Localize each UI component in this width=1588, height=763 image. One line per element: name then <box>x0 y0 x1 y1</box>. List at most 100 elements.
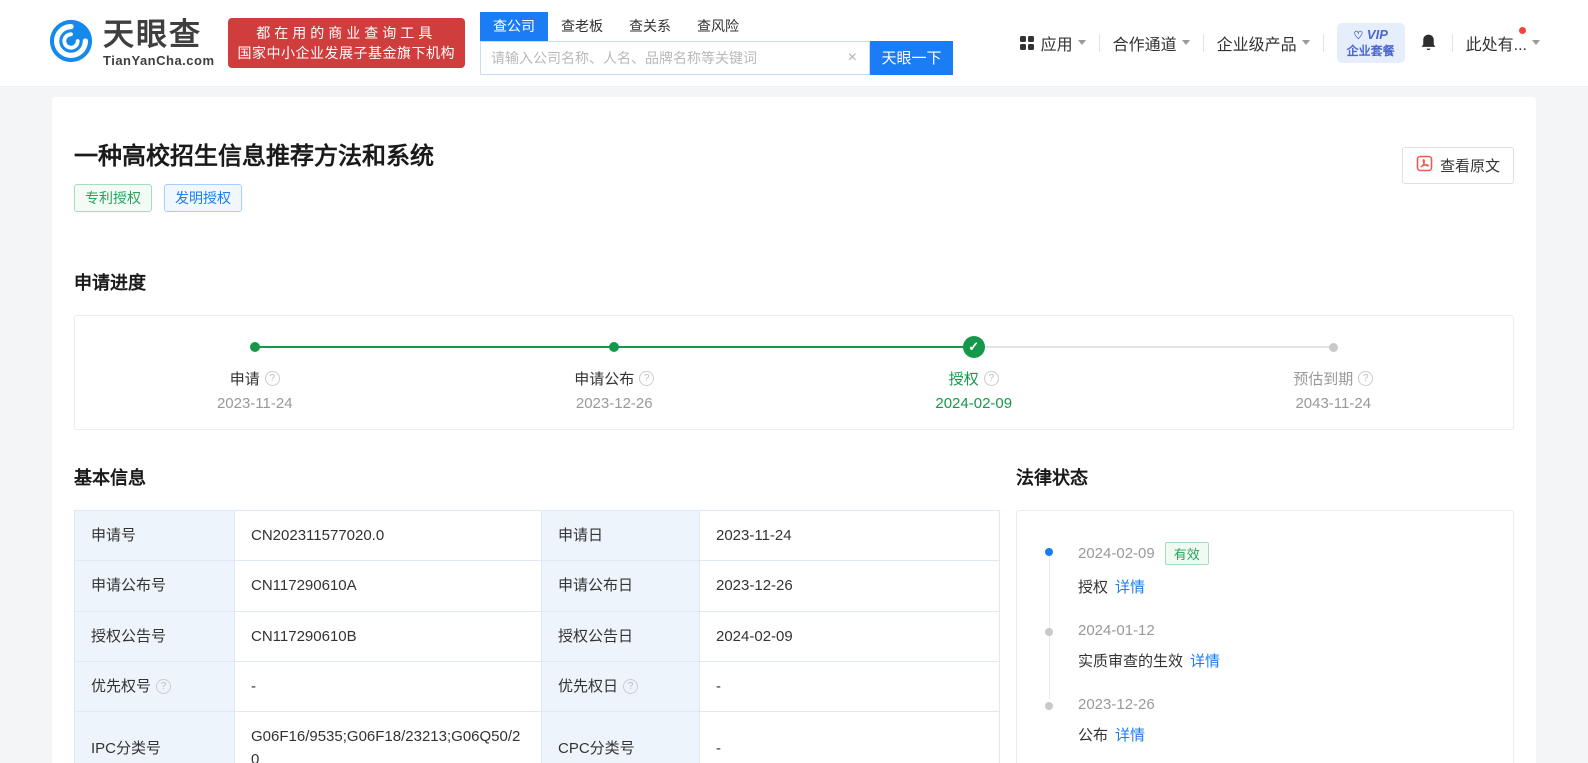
step-date: 2023-12-26 <box>435 395 795 412</box>
view-original-label: 查看原文 <box>1440 155 1500 176</box>
help-icon[interactable]: ? <box>623 679 638 694</box>
progress-card: 申请? 2023-11-24 申请公布? 2023-12-26 ✓ 授权? 20… <box>74 315 1514 430</box>
tab-search-relation[interactable]: 查关系 <box>616 12 684 41</box>
table-row: 申请公布号 CN117290610A 申请公布日 2023-12-26 <box>75 561 1000 611</box>
help-icon[interactable]: ? <box>156 679 171 694</box>
progress-dot-done <box>609 342 619 352</box>
nav-partner-channel[interactable]: 合作通道 <box>1113 31 1190 55</box>
step-label: 申请公布 <box>574 368 634 389</box>
tianyancha-logo-icon <box>48 18 94 69</box>
legal-event: 实质审查的生效 <box>1078 653 1183 670</box>
progress-step-publication: 申请公布? 2023-12-26 <box>435 336 795 412</box>
nav-apps-label: 应用 <box>1041 31 1073 55</box>
legal-timeline: 2024-02-09 有效 授权详情 2024-01-12 实质审查的生效详情 <box>1045 542 1493 745</box>
legal-date: 2024-02-09 <box>1078 545 1155 562</box>
search-button[interactable]: 天眼一下 <box>870 41 953 75</box>
step-date: 2023-11-24 <box>75 395 435 412</box>
nav-enterprise-products[interactable]: 企业级产品 <box>1217 31 1310 55</box>
field-label: 优先权号? <box>75 661 235 711</box>
legal-event: 授权 <box>1078 579 1108 596</box>
search-box: × <box>480 41 870 75</box>
table-row: 申请号 CN202311577020.0 申请日 2023-11-24 <box>75 511 1000 561</box>
timeline-dot <box>1045 628 1053 636</box>
detail-link[interactable]: 详情 <box>1115 579 1145 596</box>
progress-dot-done <box>250 342 260 352</box>
help-icon[interactable]: ? <box>639 371 654 386</box>
tianyancha-logo[interactable]: 天眼查 TianYanCha.com <box>48 18 215 69</box>
brand-domain: TianYanCha.com <box>103 53 215 68</box>
legal-status-heading: 法律状态 <box>1016 464 1514 490</box>
basic-info-heading: 基本信息 <box>74 464 999 490</box>
progress-dot-future <box>1329 343 1338 352</box>
nav-enterprise-label: 企业级产品 <box>1217 31 1297 55</box>
field-value: G06F16/9535;G06F18/23213;G06Q50/20 <box>235 712 542 763</box>
field-value: CN117290610B <box>235 611 542 661</box>
vip-label-line2: 企业套餐 <box>1347 44 1395 60</box>
field-value: - <box>235 661 542 711</box>
step-label: 申请 <box>230 368 260 389</box>
main-panel: 一种高校招生信息推荐方法和系统 专利授权 发明授权 查看原文 申请进度 <box>52 97 1536 763</box>
nav-apps[interactable]: 应用 <box>1020 31 1086 55</box>
patent-title: 一种高校招生信息推荐方法和系统 <box>74 136 434 171</box>
heart-icon: ♡ <box>1353 30 1363 42</box>
slogan-banner: 都在用的商业查询工具 国家中小企业发展子基金旗下机构 <box>228 18 466 69</box>
legal-item: 2023-12-26 公布详情 <box>1045 696 1493 745</box>
chevron-down-icon <box>1078 40 1086 49</box>
help-icon[interactable]: ? <box>265 371 280 386</box>
legal-item: 2024-02-09 有效 授权详情 <box>1045 542 1493 597</box>
vip-package-button[interactable]: ♡ VIP 企业套餐 <box>1337 23 1405 63</box>
timeline-dot-active <box>1045 548 1053 556</box>
top-nav: 应用 合作通道 企业级产品 ♡ VIP 企业套餐 此处有... <box>1020 23 1540 63</box>
help-icon[interactable]: ? <box>1358 371 1373 386</box>
progress-heading: 申请进度 <box>74 269 1514 295</box>
vip-label-line1: VIP <box>1367 27 1388 42</box>
table-row: 授权公告号 CN117290610B 授权公告日 2024-02-09 <box>75 611 1000 661</box>
field-label: 授权公告日 <box>542 611 700 661</box>
field-label: 申请日 <box>542 511 700 561</box>
timeline-dot <box>1045 702 1053 710</box>
progress-step-expiry: 预估到期? 2043-11-24 <box>1154 336 1514 412</box>
tab-search-boss[interactable]: 查老板 <box>548 12 616 41</box>
field-value: - <box>700 712 1000 763</box>
pdf-icon <box>1416 155 1433 176</box>
field-label-text: 优先权号 <box>91 675 151 698</box>
field-value: CN117290610A <box>235 561 542 611</box>
field-label-text: 优先权日 <box>558 675 618 698</box>
step-date: 2024-02-09 <box>794 395 1154 412</box>
slogan-line1: 都在用的商业查询工具 <box>238 23 456 43</box>
chevron-down-icon <box>1532 40 1540 49</box>
top-header: 天眼查 TianYanCha.com 都在用的商业查询工具 国家中小企业发展子基… <box>0 0 1588 87</box>
notification-red-dot <box>1519 27 1526 34</box>
user-menu-label: 此处有... <box>1466 31 1527 55</box>
field-label: 申请号 <box>75 511 235 561</box>
field-label: CPC分类号 <box>542 712 700 763</box>
tab-search-risk[interactable]: 查风险 <box>684 12 752 41</box>
nav-user-menu[interactable]: 此处有... <box>1466 31 1540 55</box>
notification-bell-icon[interactable] <box>1418 32 1439 53</box>
detail-link[interactable]: 详情 <box>1115 727 1145 744</box>
chevron-down-icon <box>1182 40 1190 49</box>
divider <box>1452 34 1453 52</box>
legal-event: 公布 <box>1078 727 1108 744</box>
search-input[interactable] <box>491 50 846 66</box>
field-label: 申请公布日 <box>542 561 700 611</box>
apps-grid-icon <box>1020 36 1034 50</box>
clear-icon[interactable]: × <box>846 49 859 67</box>
nav-partner-label: 合作通道 <box>1113 31 1177 55</box>
legal-date: 2024-01-12 <box>1078 622 1155 639</box>
field-label: 申请公布号 <box>75 561 235 611</box>
tag-patent-granted: 专利授权 <box>74 184 152 212</box>
help-icon[interactable]: ? <box>984 371 999 386</box>
field-label: 授权公告号 <box>75 611 235 661</box>
field-label: IPC分类号 <box>75 712 235 763</box>
divider <box>1323 34 1324 52</box>
field-value: 2023-11-24 <box>700 511 1000 561</box>
view-original-button[interactable]: 查看原文 <box>1402 147 1514 184</box>
detail-link[interactable]: 详情 <box>1190 653 1220 670</box>
legal-date: 2023-12-26 <box>1078 696 1155 713</box>
step-label: 预估到期 <box>1293 368 1353 389</box>
legal-item: 2024-01-12 实质审查的生效详情 <box>1045 622 1493 671</box>
field-value: 2024-02-09 <box>700 611 1000 661</box>
divider <box>1099 34 1100 52</box>
tab-search-company[interactable]: 查公司 <box>480 12 548 41</box>
